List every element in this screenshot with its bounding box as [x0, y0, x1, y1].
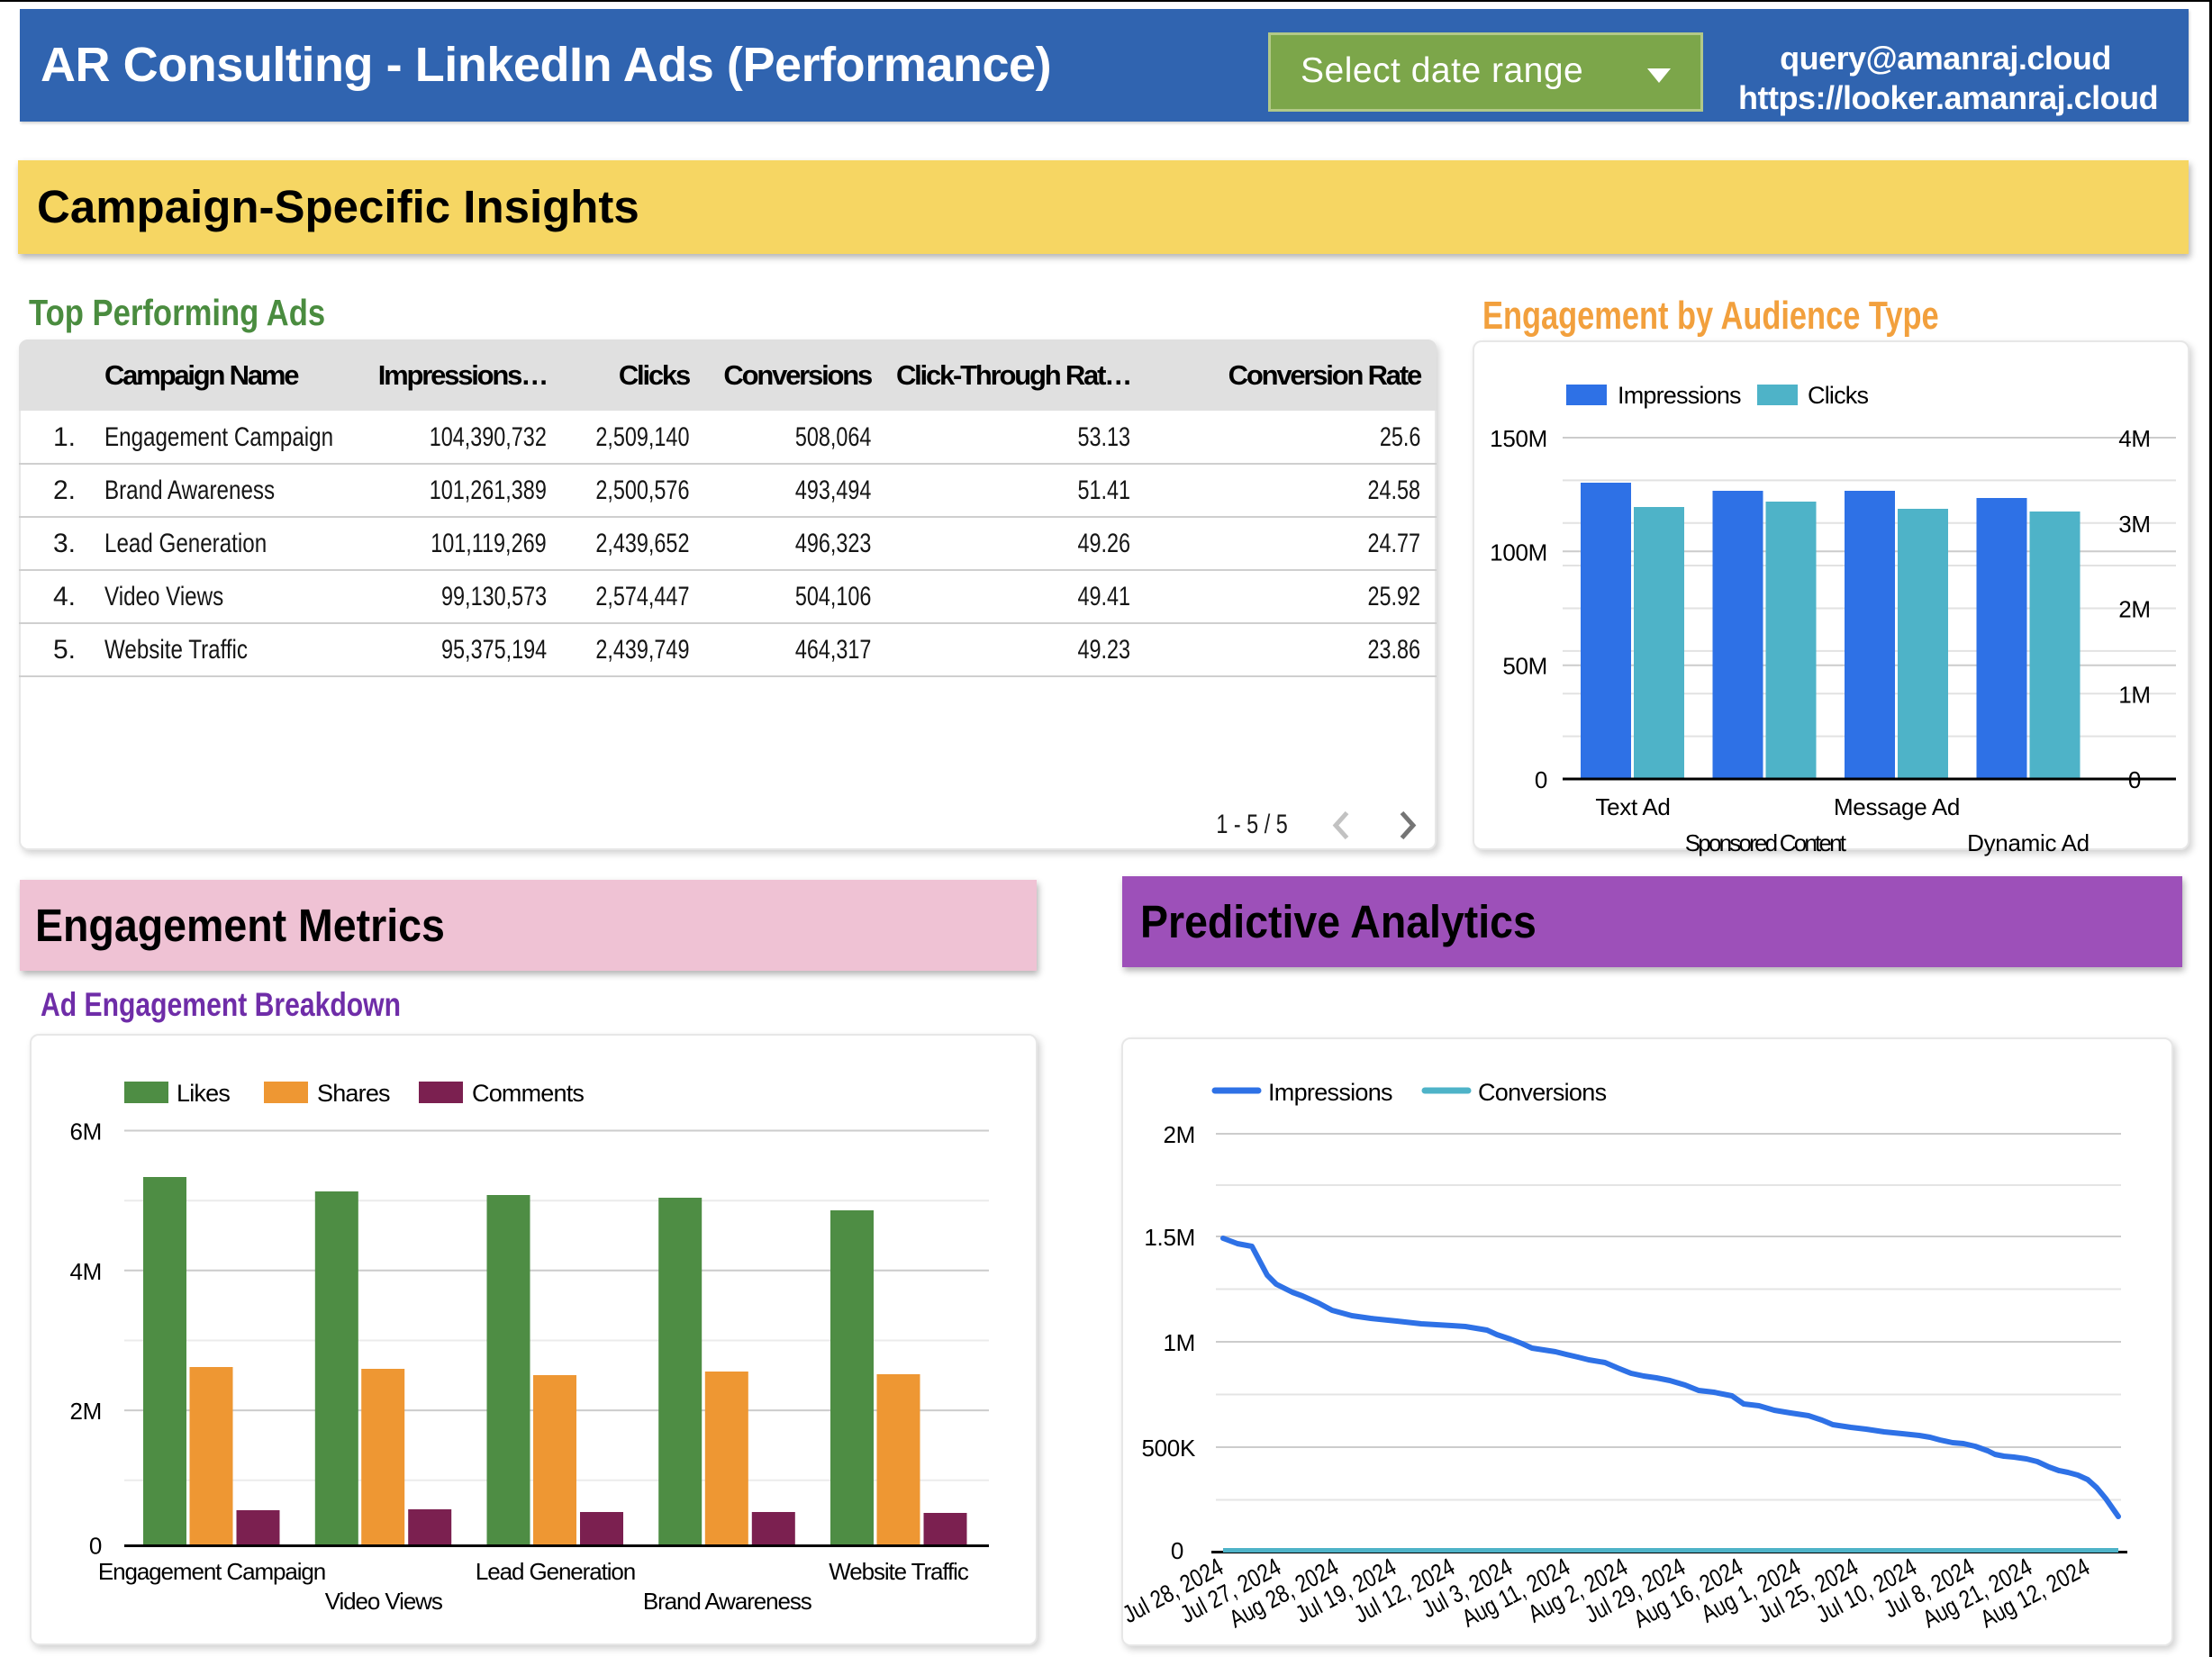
- svg-text:Lead Generation: Lead Generation: [476, 1558, 635, 1585]
- svg-text:Likes: Likes: [177, 1080, 230, 1107]
- svg-text:2M: 2M: [69, 1398, 102, 1425]
- svg-text:Clicks: Clicks: [1808, 382, 1868, 409]
- svg-text:1M: 1M: [1163, 1329, 1195, 1356]
- svg-text:2M: 2M: [2118, 596, 2151, 623]
- svg-text:Text Ad: Text Ad: [1595, 793, 1670, 820]
- svg-text:Website Traffic: Website Traffic: [829, 1558, 969, 1585]
- svg-text:4M: 4M: [69, 1258, 102, 1285]
- svg-text:Impressions: Impressions: [1618, 382, 1741, 409]
- svg-text:3M: 3M: [2118, 511, 2151, 538]
- svg-text:Conversions: Conversions: [1478, 1079, 1607, 1106]
- svg-text:Message Ad: Message Ad: [1834, 793, 1960, 820]
- svg-text:50M: 50M: [1502, 653, 1547, 680]
- svg-text:Video Views: Video Views: [325, 1588, 443, 1615]
- svg-text:100M: 100M: [1490, 539, 1547, 566]
- svg-text:1M: 1M: [2118, 681, 2151, 708]
- svg-text:Comments: Comments: [472, 1080, 584, 1107]
- svg-text:Dynamic Ad: Dynamic Ad: [1967, 829, 2090, 856]
- svg-text:2M: 2M: [1163, 1121, 1195, 1148]
- svg-text:0: 0: [1535, 766, 1547, 793]
- svg-text:1.5M: 1.5M: [1144, 1224, 1195, 1251]
- svg-text:Brand Awareness: Brand Awareness: [643, 1588, 812, 1615]
- svg-text:Engagement Campaign: Engagement Campaign: [98, 1558, 325, 1585]
- svg-text:0: 0: [89, 1533, 102, 1560]
- svg-text:Shares: Shares: [317, 1080, 390, 1107]
- svg-text:0: 0: [1171, 1537, 1183, 1564]
- svg-text:150M: 150M: [1490, 425, 1547, 452]
- svg-text:Impressions: Impressions: [1268, 1079, 1392, 1106]
- svg-text:6M: 6M: [69, 1118, 102, 1145]
- svg-text:500K: 500K: [1141, 1435, 1195, 1462]
- svg-text:4M: 4M: [2118, 425, 2151, 452]
- svg-text:Sponsored Content: Sponsored Content: [1685, 829, 1847, 856]
- svg-text:0: 0: [2128, 766, 2141, 793]
